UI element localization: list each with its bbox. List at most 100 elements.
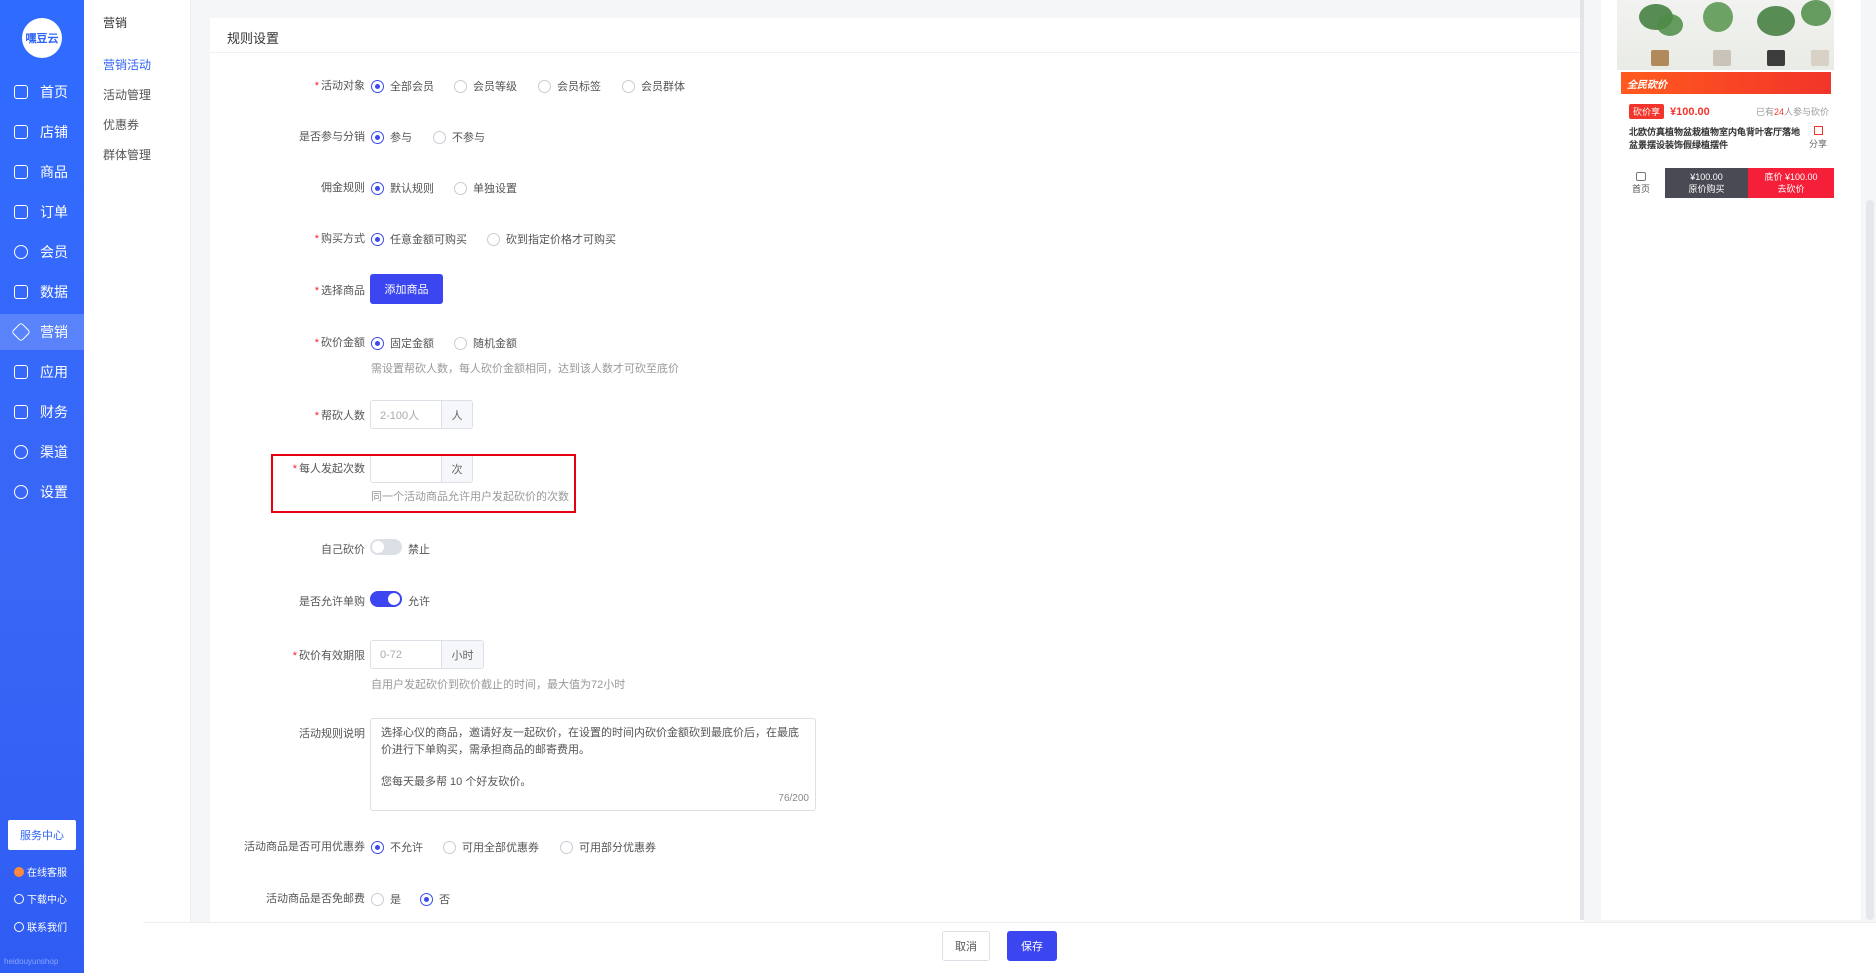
floor-price: 底价 ¥100.00	[1764, 172, 1818, 182]
phone-preview: 全民砍价 砍价享 ¥100.00 已有24人参与砍价 北欧仿真植物盆栽植物室内龟…	[1617, 0, 1834, 200]
go-bargain-button[interactable]: 底价 ¥100.00 去砍价	[1748, 168, 1834, 198]
radio-custom-rule[interactable]: 单独设置	[454, 180, 517, 196]
radio-all-members[interactable]: 全部会员	[371, 78, 434, 94]
bargain-banner: 全民砍价	[1621, 72, 1831, 94]
single-buy-switch[interactable]	[370, 591, 402, 607]
bargain-amount-label: * 砍价金额	[314, 337, 365, 349]
highlight-box	[271, 454, 576, 513]
nav-finance[interactable]: 财务	[0, 394, 84, 430]
subnav-item-campaigns[interactable]: 营销活动	[103, 56, 151, 73]
nav-label: 财务	[40, 404, 68, 420]
nav-order[interactable]: 订单	[0, 194, 84, 230]
rule-desc-line2: 价进行下单购买，需承担商品的邮寄费用。	[381, 744, 590, 756]
radio-member-group[interactable]: 会员群体	[622, 78, 685, 94]
radio-default-rule[interactable]: 默认规则	[371, 180, 434, 196]
online-service-link[interactable]: 在线客服	[14, 864, 67, 879]
add-goods-button[interactable]: 添加商品	[370, 274, 443, 304]
radio-label: 参与	[390, 132, 412, 144]
commission-label: 佣金规则	[321, 182, 365, 194]
nav-settings[interactable]: 设置	[0, 474, 84, 510]
member-icon	[14, 245, 28, 259]
rule-desc-textarea[interactable]: 选择心仪的商品，邀请好友一起砍价，在设置的时间内砍价金额砍到最底价后，在最底 价…	[370, 718, 816, 811]
joined-count: 已有24人参与砍价	[1756, 105, 1829, 118]
joined-number: 24	[1773, 107, 1784, 117]
nav-channel[interactable]: 渠道	[0, 434, 84, 470]
preview-home-tab[interactable]: 首页	[1617, 168, 1665, 198]
select-goods-label-text: 选择商品	[321, 285, 365, 297]
target-label-text: 活动对象	[321, 80, 365, 92]
share-button[interactable]: 分享	[1809, 126, 1827, 150]
nav-label: 会员	[40, 244, 68, 260]
self-bargain-switch[interactable]	[370, 539, 402, 555]
app-icon	[14, 365, 28, 379]
radio-fixed-amount[interactable]: 固定金额	[371, 335, 434, 351]
purchase-label-text: 购买方式	[321, 233, 365, 245]
save-button[interactable]: 保存	[1007, 931, 1057, 961]
radio-not-participate[interactable]: 不参与	[433, 129, 485, 145]
bargain-label: 去砍价	[1777, 184, 1805, 194]
buy-original-button[interactable]: ¥100.00 原价购买	[1665, 168, 1748, 198]
rule-desc-line1: 选择心仪的商品，邀请好友一起砍价，在设置的时间内砍价金额砍到最底价后，在最底	[381, 727, 799, 739]
radio-label: 固定金额	[390, 338, 434, 350]
self-bargain-label: 自己砍价	[321, 544, 365, 556]
helpers-input-group[interactable]: 2-100人 人	[370, 400, 473, 429]
page-scrollbar[interactable]	[1866, 200, 1874, 920]
validity-input[interactable]: 0-72	[371, 641, 441, 668]
nav-label: 应用	[40, 364, 68, 380]
radio-member-tag[interactable]: 会员标签	[538, 78, 601, 94]
contact-us-link[interactable]: 联系我们	[14, 919, 67, 934]
home-icon	[1636, 171, 1646, 181]
card-scrollbar[interactable]	[1580, 0, 1584, 920]
validity-input-group[interactable]: 0-72 小时	[370, 640, 484, 669]
radio-participate[interactable]: 参与	[371, 129, 412, 145]
nav-member[interactable]: 会员	[0, 234, 84, 270]
subnav-item-coupons[interactable]: 优惠券	[103, 116, 139, 133]
nav-store[interactable]: 店铺	[0, 114, 84, 150]
radio-target-price[interactable]: 砍到指定价格才可购买	[487, 231, 616, 247]
bargain-amount-label-text: 砍价金额	[321, 337, 365, 349]
radio-member-level[interactable]: 会员等级	[454, 78, 517, 94]
select-goods-label: * 选择商品	[314, 285, 365, 297]
radio-coupon-partial[interactable]: 可用部分优惠券	[560, 839, 656, 855]
self-bargain-state: 禁止	[408, 544, 430, 556]
tag-icon	[11, 322, 31, 342]
nav-label: 营销	[40, 324, 68, 340]
radio-label: 不参与	[452, 132, 485, 144]
coupon-label: 活动商品是否可用优惠券	[244, 841, 365, 853]
orig-price: ¥100.00	[1690, 172, 1723, 182]
radio-coupon-all[interactable]: 可用全部优惠券	[443, 839, 539, 855]
radio-random-amount[interactable]: 随机金额	[454, 335, 517, 351]
subnav-item-groups[interactable]: 群体管理	[103, 146, 151, 163]
data-icon	[14, 285, 28, 299]
bargain-price: ¥100.00	[1670, 105, 1710, 118]
radio-label: 会员等级	[473, 81, 517, 93]
nav-data[interactable]: 数据	[0, 274, 84, 310]
radio-coupon-none[interactable]: 不允许	[371, 839, 423, 855]
nav-home[interactable]: 首页	[0, 74, 84, 110]
nav-label: 设置	[40, 484, 68, 500]
radio-label: 会员群体	[641, 81, 685, 93]
app-logo[interactable]: 嘿豆云	[22, 18, 62, 58]
joined-prefix: 已有	[1755, 107, 1774, 117]
download-center-label: 下载中心	[27, 895, 67, 906]
download-center-link[interactable]: 下载中心	[14, 891, 67, 906]
radio-free-ship-yes[interactable]: 是	[371, 891, 401, 907]
nav-apps[interactable]: 应用	[0, 354, 84, 390]
contact-us-label: 联系我们	[27, 923, 67, 934]
nav-label: 店铺	[40, 124, 68, 140]
cancel-button[interactable]: 取消	[942, 931, 990, 961]
radio-free-ship-no[interactable]: 否	[420, 891, 450, 907]
share-label: 分享	[1809, 139, 1828, 149]
helpers-label: * 帮砍人数	[314, 410, 365, 422]
subnav-item-activity-manage[interactable]: 活动管理	[103, 86, 151, 103]
radio-any-amount[interactable]: 任意金额可购买	[371, 231, 467, 247]
nav-label: 商品	[40, 164, 68, 180]
nav-label: 订单	[40, 204, 68, 220]
radio-label: 任意金额可购买	[390, 234, 467, 246]
nav-label: 首页	[40, 84, 68, 100]
nav-marketing[interactable]: 营销	[0, 314, 84, 350]
validity-label: * 砍价有效期限	[292, 650, 365, 662]
service-center-button[interactable]: 服务中心	[8, 820, 76, 850]
helpers-input[interactable]: 2-100人	[371, 401, 441, 428]
nav-goods[interactable]: 商品	[0, 154, 84, 190]
